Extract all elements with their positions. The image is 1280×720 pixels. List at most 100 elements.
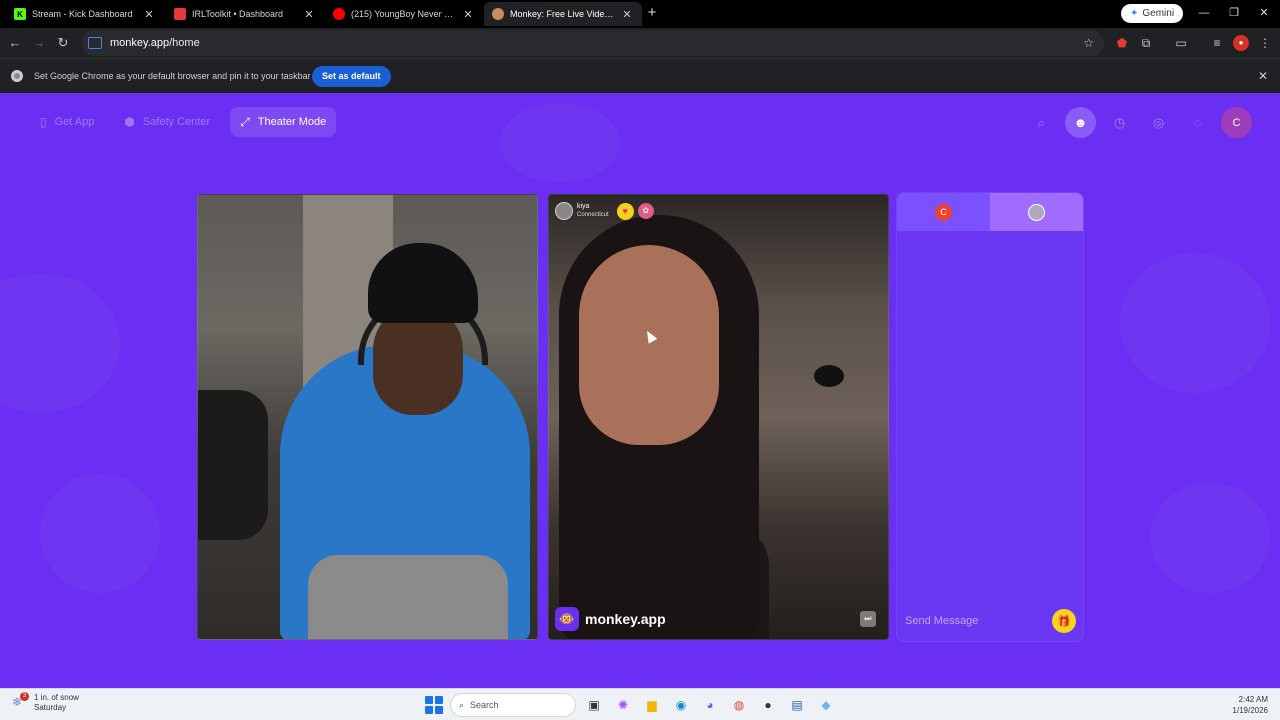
chat-tab-self[interactable]: C	[897, 193, 990, 231]
extension-icon[interactable]: ⬟	[1114, 35, 1130, 51]
forward-icon[interactable]: →	[30, 34, 48, 52]
task-view-icon[interactable]: ▣	[583, 694, 605, 716]
video-person	[579, 245, 719, 445]
gemini-button[interactable]: ✦ Gemini	[1121, 4, 1184, 23]
snow-icon: ❄ 3	[12, 692, 29, 711]
kick-icon: K	[14, 8, 26, 20]
tab-kick-dashboard[interactable]: K Stream - Kick Dashboard ✕	[6, 2, 164, 26]
weather-widget[interactable]: ❄ 3 1 in. of snow Saturday	[12, 692, 79, 713]
extensions-puzzle-icon[interactable]: ⧉	[1138, 35, 1154, 51]
tab-title: Stream - Kick Dashboard	[32, 9, 133, 19]
menu-kebab-icon[interactable]: ⋮	[1257, 35, 1273, 51]
bookmark-star-icon[interactable]: ☆	[1083, 36, 1094, 50]
media-control-icon[interactable]: ≡	[1209, 35, 1225, 51]
theater-mode-button[interactable]: ⤢ Theater Mode	[230, 107, 337, 137]
gemini-sparkle-icon: ✦	[1130, 8, 1139, 19]
taskbar-search[interactable]: ⌕ Search	[450, 693, 576, 717]
shield-icon: ⬢	[124, 115, 135, 129]
taskbar-apps: ⌕ Search ▣ ✺ ▆ ◉ ◕ ◍ ● ▤ ◆	[425, 693, 837, 717]
chat-tab-partner[interactable]	[990, 193, 1083, 231]
monkey-face-icon[interactable]: ☻	[1065, 107, 1096, 138]
safety-center-label: Safety Center	[142, 116, 211, 128]
tab-title: Monkey: Free Live Video Chat	[510, 9, 616, 19]
background-pattern	[1120, 253, 1270, 393]
history-icon[interactable]: ◷	[1104, 107, 1135, 138]
new-tab-icon[interactable]: +	[644, 4, 660, 22]
taskbar-search-label: Search	[470, 700, 499, 710]
reload-icon[interactable]: ↻	[54, 34, 72, 52]
site-info-icon[interactable]	[88, 37, 102, 49]
close-tab-icon[interactable]: ✕	[302, 8, 316, 21]
minimize-icon[interactable]: —	[1196, 6, 1212, 20]
search-icon: ⌕	[459, 699, 465, 710]
windows-start-icon[interactable]	[425, 696, 443, 714]
background-pattern	[0, 273, 120, 413]
app-icon[interactable]: ◆	[815, 694, 837, 716]
expand-icon: ⤢	[240, 114, 250, 129]
gift-badge-icon[interactable]: ✿	[637, 203, 654, 219]
profile-icon[interactable]: ●	[1233, 35, 1249, 51]
heart-icon[interactable]: ♥	[616, 202, 634, 220]
irltoolkit-icon	[174, 8, 186, 20]
weather-text: 1 in. of snow Saturday	[34, 693, 79, 713]
profile-initial: C	[1232, 116, 1241, 129]
close-tab-icon[interactable]: ✕	[142, 8, 156, 21]
watermark-text: monkey.app	[585, 611, 666, 627]
close-tab-icon[interactable]: ✕	[461, 8, 475, 21]
edge-icon[interactable]: ◉	[670, 694, 692, 716]
discord-icon[interactable]: ◕	[699, 694, 721, 716]
close-window-icon[interactable]: ✕	[1256, 6, 1272, 20]
copilot-icon[interactable]: ✺	[612, 694, 634, 716]
background-pattern	[40, 473, 160, 593]
tab-strip: K Stream - Kick Dashboard ✕ IRLToolkit •…	[0, 0, 1280, 28]
get-app-label: Get App	[54, 116, 95, 128]
video-background	[814, 365, 844, 387]
globe-icon[interactable]: ◌	[1182, 107, 1213, 138]
video-background	[198, 390, 268, 540]
default-browser-infobar: Set Google Chrome as your default browse…	[0, 58, 1280, 93]
file-explorer-icon[interactable]: ▆	[641, 694, 663, 716]
url-text: monkey.app/home	[110, 37, 200, 49]
clock-time: 2:42 AM	[1238, 695, 1268, 704]
gemini-label: Gemini	[1142, 8, 1175, 19]
message-input[interactable]: Send Message 🎁	[897, 601, 1083, 641]
search-icon[interactable]: ⌕	[1026, 107, 1057, 138]
app-icon[interactable]: ▤	[786, 694, 808, 716]
profile-avatar-icon[interactable]: C	[1221, 107, 1252, 138]
close-tab-icon[interactable]: ✕	[620, 8, 634, 21]
tab-search-icon[interactable]: ▭	[1173, 35, 1189, 51]
tab-irltoolkit[interactable]: IRLToolkit • Dashboard ✕	[166, 2, 324, 26]
monkey-watermark: 🐵 monkey.app	[555, 607, 666, 631]
chrome-logo-icon	[11, 70, 23, 82]
partner-video: kiya Connecticut ♥ ✿ 🐵 monkey.app ⏭	[548, 194, 889, 640]
next-skip-icon[interactable]: ⏭	[860, 611, 876, 627]
partner-name: kiya	[577, 203, 590, 210]
monkey-logo-icon: 🐵	[555, 607, 579, 631]
back-icon[interactable]: ←	[6, 34, 24, 52]
partner-badge[interactable]: kiya Connecticut ♥ ✿	[555, 202, 654, 220]
obs-icon[interactable]: ●	[757, 694, 779, 716]
restore-icon[interactable]: ❐	[1226, 6, 1242, 20]
close-infobar-icon[interactable]: ✕	[1258, 69, 1268, 83]
chat-bubble-icon[interactable]: ◎	[1143, 107, 1174, 138]
background-pattern	[500, 103, 620, 183]
windows-taskbar: ❄ 3 1 in. of snow Saturday ⌕ Search ▣ ✺ ▆…	[0, 688, 1280, 720]
chrome-icon[interactable]: ◍	[728, 694, 750, 716]
get-app-button[interactable]: ▯ Get App	[30, 107, 104, 137]
tab-monkey[interactable]: Monkey: Free Live Video Chat ✕	[484, 2, 642, 26]
weather-line1: 1 in. of snow	[34, 693, 79, 702]
set-default-button[interactable]: Set as default	[312, 66, 391, 87]
system-clock[interactable]: 2:42 AM 1/19/2026	[1232, 694, 1268, 716]
theater-mode-label: Theater Mode	[257, 116, 327, 128]
address-bar[interactable]: monkey.app/home ☆	[82, 30, 1104, 56]
chat-panel: C Send Message 🎁	[896, 192, 1084, 642]
gift-icon[interactable]: 🎁	[1052, 609, 1076, 633]
chat-tabs: C	[897, 193, 1083, 231]
safety-center-button[interactable]: ⬢ Safety Center	[114, 107, 220, 137]
infobar-message: Set Google Chrome as your default browse…	[34, 71, 311, 81]
partner-location: Connecticut	[577, 212, 609, 218]
browser-toolbar: ← → ↻ monkey.app/home ☆ ⬟ ⧉ ▭ ≡ ● ⋮	[0, 28, 1280, 58]
monkey-page: ▯ Get App ⬢ Safety Center ⤢ Theater Mode…	[0, 93, 1280, 688]
tab-title: IRLToolkit • Dashboard	[192, 9, 284, 19]
tab-youtube[interactable]: (215) YoungBoy Never Broke Again ✕	[325, 2, 483, 26]
